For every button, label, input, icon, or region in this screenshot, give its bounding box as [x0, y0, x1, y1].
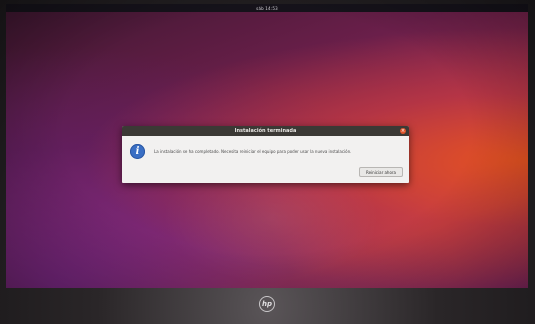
dialog-titlebar[interactable]: Instalación terminada ×	[122, 126, 409, 136]
dialog-title: Instalación terminada	[234, 128, 297, 134]
hp-logo: hp	[259, 296, 275, 312]
close-button[interactable]: ×	[400, 128, 406, 134]
laptop-bezel: sáb 14:53 Instalación terminada × i La i…	[0, 0, 535, 324]
screen-glare	[161, 174, 381, 284]
clock[interactable]: sáb 14:53	[256, 6, 278, 11]
installation-complete-dialog: Instalación terminada × i La instalación…	[122, 126, 409, 183]
info-icon: i	[130, 144, 145, 159]
desktop-screen: sáb 14:53 Instalación terminada × i La i…	[6, 4, 528, 288]
top-panel: sáb 14:53	[6, 4, 528, 12]
close-icon: ×	[400, 128, 406, 134]
restart-now-button[interactable]: Reiniciar ahora	[359, 167, 403, 177]
dialog-message: La instalación se ha completado. Necesit…	[154, 149, 352, 154]
